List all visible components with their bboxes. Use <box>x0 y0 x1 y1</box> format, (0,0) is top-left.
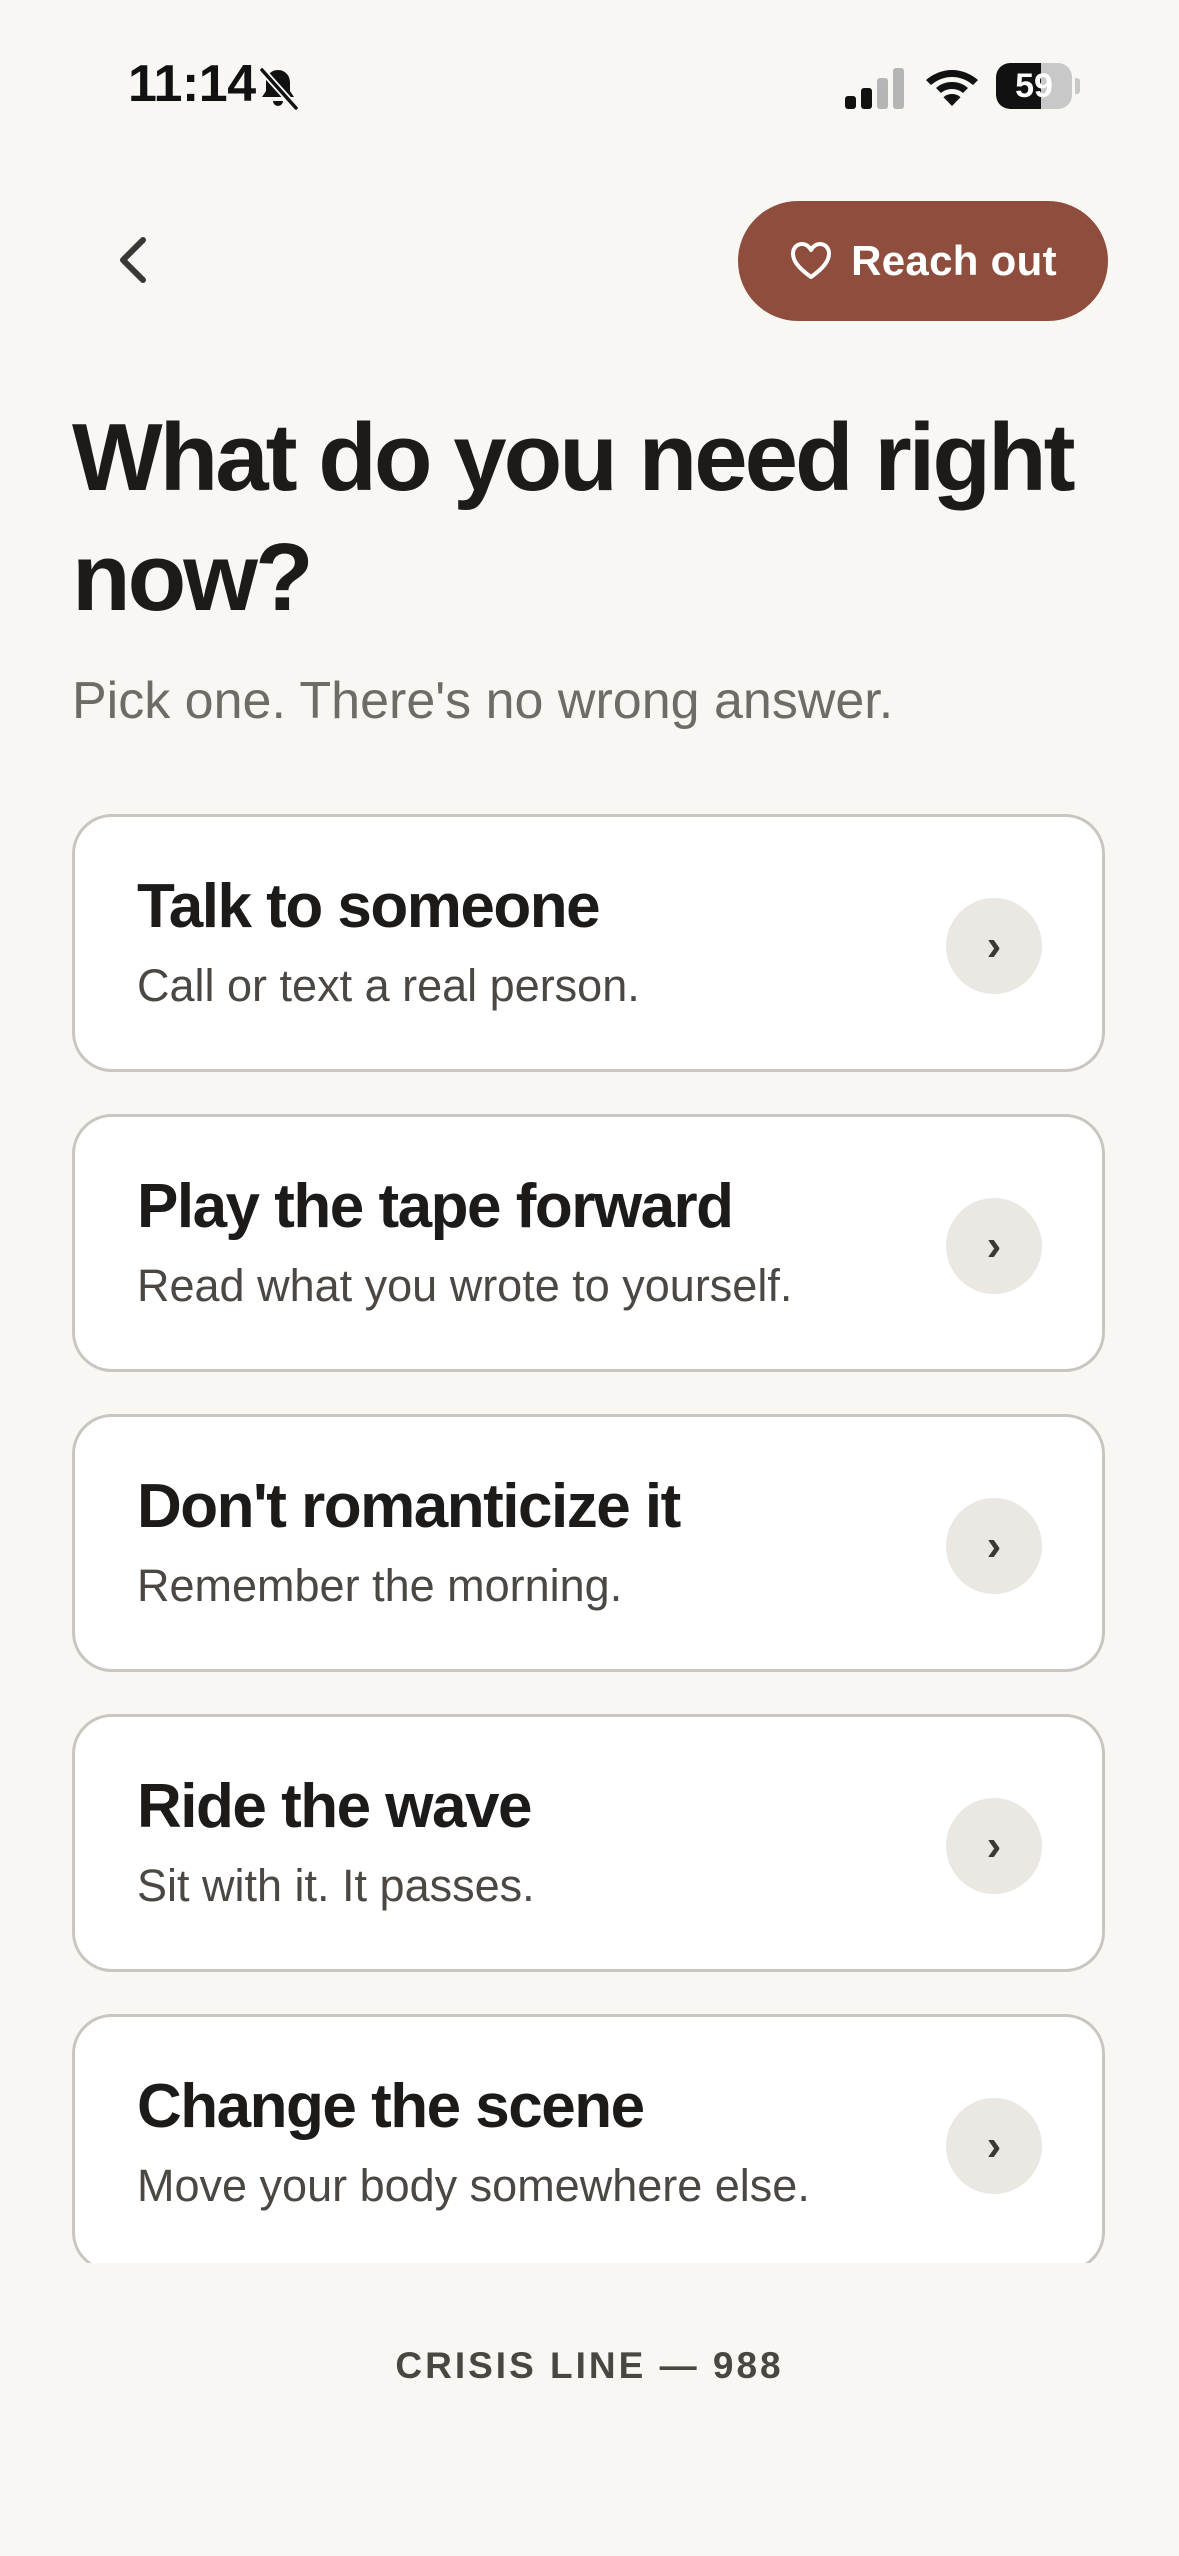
page-title: What do you need right now? <box>72 404 1076 631</box>
heart-outline-icon <box>791 242 832 279</box>
chevron-right-icon: › <box>946 2098 1042 2194</box>
battery-cap <box>1075 78 1080 94</box>
chevron-right-icon: › <box>946 1198 1042 1294</box>
option-play-the-tape-forward[interactable]: Play the tape forward Read what you wrot… <box>72 1114 1105 1372</box>
battery-icon: 59 <box>996 63 1080 109</box>
option-talk-to-someone[interactable]: Talk to someone Call or text a real pers… <box>72 814 1105 1072</box>
status-bar: 11:14 59 <box>0 0 1179 170</box>
chevron-right-icon: › <box>946 898 1042 994</box>
option-dont-romanticize-it[interactable]: Don't romanticize it Remember the mornin… <box>72 1414 1105 1672</box>
crisis-line-link[interactable]: CRISIS LINE — 988 <box>0 2345 1179 2387</box>
reach-out-label: Reach out <box>851 237 1057 284</box>
page-subtitle: Pick one. There's no wrong answer. <box>72 672 894 730</box>
option-description: Remember the morning. <box>137 1560 623 1611</box>
status-time: 11:14 <box>128 55 256 113</box>
chevron-right-icon: › <box>946 1498 1042 1594</box>
option-change-the-scene[interactable]: Change the scene Move your body somewher… <box>72 2014 1105 2263</box>
chevron-right-icon: › <box>946 1798 1042 1894</box>
option-title: Play the tape forward <box>137 1172 734 1241</box>
option-title: Don't romanticize it <box>137 1472 681 1541</box>
bell-slash-icon <box>258 66 300 112</box>
option-title: Ride the wave <box>137 1772 532 1841</box>
option-description: Read what you wrote to yourself. <box>137 1260 793 1311</box>
battery-body: 59 <box>996 63 1072 109</box>
wifi-icon <box>926 70 978 106</box>
cellular-signal-icon <box>845 68 904 109</box>
option-title: Change the scene <box>137 2072 645 2141</box>
chevron-left-icon <box>120 237 146 283</box>
options-list[interactable]: Talk to someone Call or text a real pers… <box>0 800 1179 2263</box>
back-button[interactable] <box>98 220 168 300</box>
option-description: Move your body somewhere else. <box>137 2160 810 2211</box>
option-ride-the-wave[interactable]: Ride the wave Sit with it. It passes. › <box>72 1714 1105 1972</box>
reach-out-button[interactable]: Reach out <box>738 201 1108 321</box>
option-description: Sit with it. It passes. <box>137 1860 535 1911</box>
battery-level: 59 <box>1015 67 1053 105</box>
option-title: Talk to someone <box>137 872 601 941</box>
option-description: Call or text a real person. <box>137 960 640 1011</box>
